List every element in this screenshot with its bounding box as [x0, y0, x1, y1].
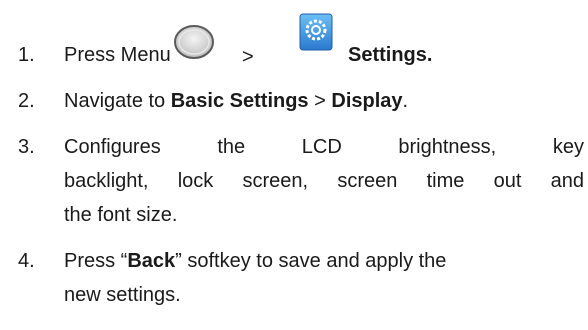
step-2-basic-settings: Basic Settings	[170, 90, 309, 112]
step-2-line: Navigate to Basic Settings > Display.	[64, 90, 408, 113]
step-3-word: LCD	[301, 136, 342, 158]
step-3-number: 3.	[18, 136, 35, 158]
step-4-line-1: Press “Back” softkey to save and apply t…	[64, 250, 446, 273]
step-4-post: ” softkey to save and apply the	[175, 250, 447, 272]
step-1-settings-label: Settings.	[348, 44, 433, 66]
step-1-press-text: Press Menu	[64, 44, 171, 66]
step-3-word: key	[552, 136, 584, 158]
step-3-word: the	[217, 136, 246, 158]
step-4-number: 4.	[18, 250, 35, 272]
step-3-word: out	[493, 170, 522, 192]
step-3-word: brightness,	[398, 136, 497, 158]
step-1-separator: >	[242, 46, 254, 68]
step-4-back: Back	[127, 250, 176, 272]
step-3-word: screen,	[242, 170, 309, 192]
step-4-line-2: new settings.	[64, 284, 181, 306]
step-3-line-2: backlight, lock screen, screen time out …	[64, 170, 584, 193]
step-4-pre: Press “	[64, 250, 128, 272]
step-3-line-1: Configures the LCD brightness, key	[64, 136, 584, 159]
step-3-word: time	[426, 170, 465, 192]
instruction-list: 1. Press Menu > Settings. 2. Navigate to…	[0, 0, 588, 330]
menu-key-icon	[174, 25, 214, 59]
step-1-number: 1.	[18, 44, 35, 66]
step-3-line-3: the font size.	[64, 204, 178, 226]
step-3-word: backlight,	[64, 170, 149, 192]
step-3-word: Configures	[64, 136, 161, 158]
step-3-word: lock	[177, 170, 214, 192]
settings-gear-icon	[299, 13, 333, 51]
step-2-pre: Navigate to	[64, 90, 166, 112]
step-2-number: 2.	[18, 90, 35, 112]
step-2-separator: >	[314, 90, 326, 112]
step-2-display: Display	[331, 90, 403, 112]
step-2-period: .	[402, 90, 409, 112]
step-3-word: and	[550, 170, 584, 192]
step-3-word: screen	[337, 170, 398, 192]
